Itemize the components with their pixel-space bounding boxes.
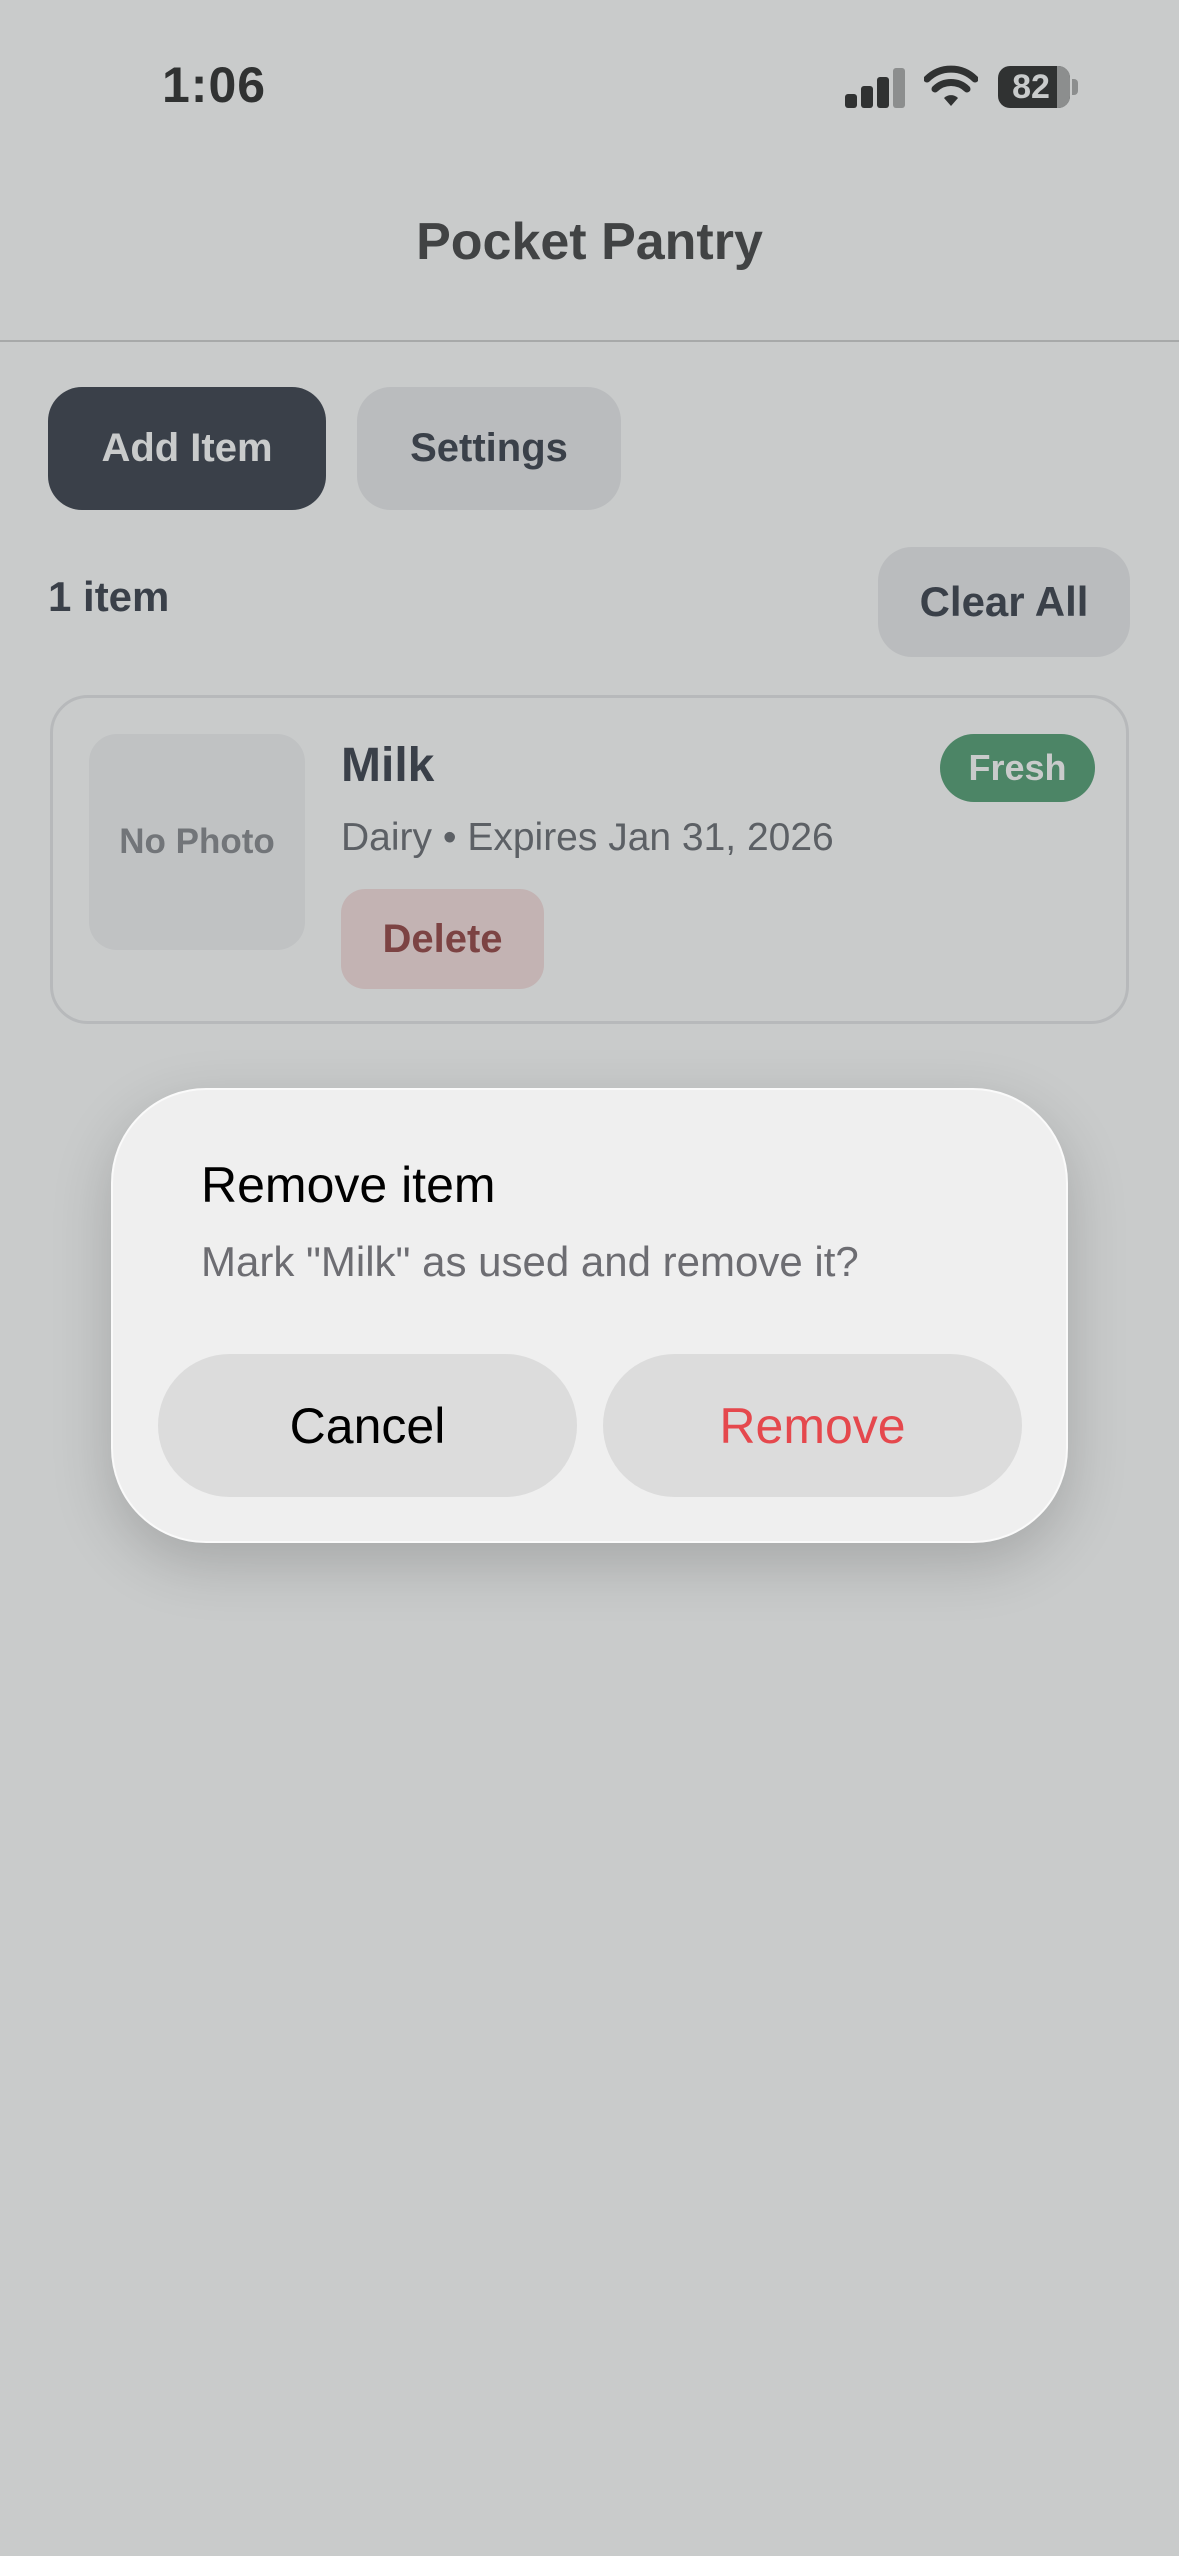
remove-button[interactable]: Remove bbox=[603, 1354, 1022, 1497]
app-screen: 1:06 82 Pocket Pantry Add Item Settings … bbox=[0, 0, 1179, 2556]
dialog-message: Mark "Milk" as used and remove it? bbox=[201, 1238, 859, 1285]
dialog-title: Remove item bbox=[201, 1157, 496, 1213]
remove-item-dialog: Remove item Mark "Milk" as used and remo… bbox=[111, 1088, 1068, 1543]
cancel-button[interactable]: Cancel bbox=[158, 1354, 577, 1497]
